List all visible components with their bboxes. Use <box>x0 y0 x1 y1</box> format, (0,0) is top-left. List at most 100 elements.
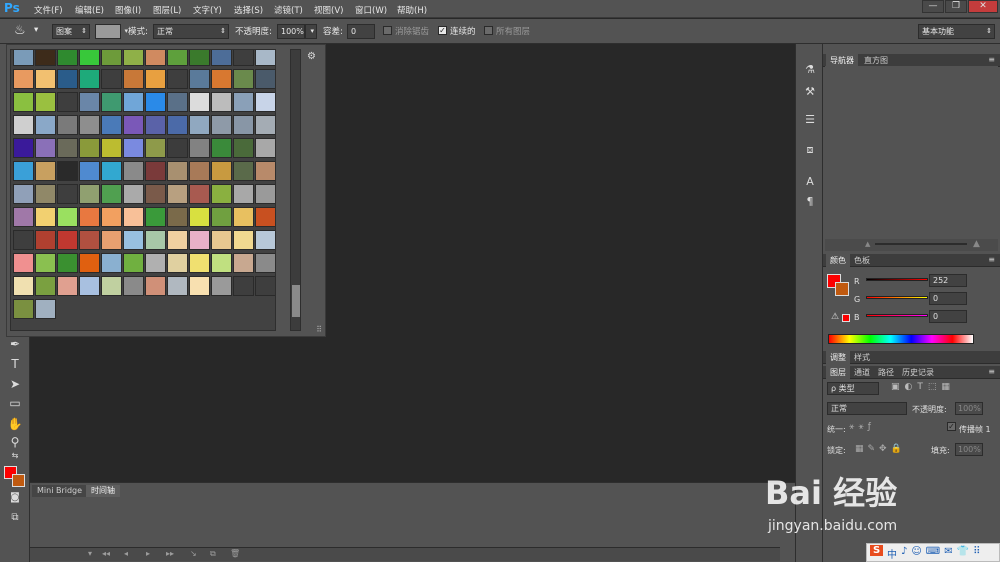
pattern-swatch[interactable] <box>101 161 122 181</box>
tween-icon[interactable]: ↘ <box>190 549 197 558</box>
pattern-swatch[interactable] <box>145 184 166 204</box>
pattern-swatch[interactable] <box>123 184 144 204</box>
pattern-swatch[interactable] <box>101 69 122 89</box>
r-input[interactable]: 252 <box>929 274 967 287</box>
pattern-swatch[interactable] <box>13 253 34 273</box>
pattern-swatch[interactable] <box>13 299 34 319</box>
pattern-swatch[interactable] <box>189 207 210 227</box>
pattern-swatch[interactable] <box>211 253 232 273</box>
pattern-swatch[interactable] <box>211 230 232 250</box>
pattern-swatch[interactable] <box>57 161 78 181</box>
resize-handle-icon[interactable]: ⠿ <box>316 325 322 334</box>
pattern-swatch[interactable] <box>255 253 275 273</box>
menu-help[interactable]: 帮助(H) <box>397 4 427 16</box>
gamut-color-swatch[interactable] <box>842 314 850 322</box>
pattern-swatch[interactable] <box>79 184 100 204</box>
pattern-swatch[interactable] <box>13 50 34 66</box>
pattern-swatch[interactable] <box>189 230 210 250</box>
color-spectrum-ramp[interactable] <box>828 334 974 344</box>
pattern-swatch[interactable] <box>233 138 254 158</box>
pattern-swatch[interactable] <box>189 50 210 66</box>
pattern-swatch[interactable] <box>255 230 275 250</box>
color-bg-swatch[interactable] <box>835 282 849 296</box>
pattern-swatch[interactable] <box>13 184 34 204</box>
fill-input[interactable]: 100% <box>955 443 983 456</box>
pattern-swatch[interactable] <box>255 138 275 158</box>
pattern-swatch[interactable] <box>79 50 100 66</box>
tab-swatches[interactable]: 色板 <box>850 254 874 267</box>
pattern-swatch[interactable] <box>145 115 166 135</box>
pattern-swatch[interactable] <box>211 161 232 181</box>
pattern-swatch[interactable] <box>145 50 166 66</box>
pattern-swatch[interactable] <box>13 92 34 112</box>
pattern-swatch[interactable] <box>101 230 122 250</box>
gear-icon[interactable]: ⚙ <box>307 51 316 62</box>
pattern-swatch[interactable] <box>79 138 100 158</box>
pattern-swatch[interactable] <box>79 92 100 112</box>
prev-frame-icon[interactable]: ◂ <box>124 549 128 558</box>
play-icon[interactable]: ▸ <box>146 549 150 558</box>
pattern-swatch[interactable] <box>13 161 34 181</box>
tool-preset-arrow-icon[interactable]: ▾ <box>34 25 38 35</box>
pattern-swatch[interactable] <box>123 69 144 89</box>
pattern-swatch[interactable] <box>167 69 188 89</box>
first-frame-icon[interactable]: ◂◂ <box>102 549 110 558</box>
pattern-swatch[interactable] <box>13 230 34 250</box>
pattern-swatch[interactable] <box>79 253 100 273</box>
pattern-picker-button[interactable]: ▾ <box>95 24 128 39</box>
pattern-swatch[interactable] <box>123 92 144 112</box>
g-input[interactable]: 0 <box>929 292 967 305</box>
pattern-swatch[interactable] <box>145 207 166 227</box>
pattern-swatch[interactable] <box>233 115 254 135</box>
tab-channels[interactable]: 通道 <box>850 366 874 379</box>
menu-select[interactable]: 选择(S) <box>234 4 263 16</box>
paragraph-icon[interactable]: ¶ <box>802 194 818 210</box>
pattern-swatch[interactable] <box>189 161 210 181</box>
pattern-swatch[interactable] <box>35 115 56 135</box>
pattern-swatch[interactable] <box>101 138 122 158</box>
r-slider[interactable] <box>866 278 928 281</box>
restore-button[interactable]: ❐ <box>945 0 967 13</box>
pattern-swatch[interactable] <box>57 138 78 158</box>
pattern-swatch[interactable] <box>123 50 144 66</box>
pattern-swatch[interactable] <box>35 69 56 89</box>
ime-language[interactable]: 中 <box>887 546 897 561</box>
pattern-swatch[interactable] <box>233 184 254 204</box>
pattern-swatch[interactable] <box>35 253 56 273</box>
pattern-swatch[interactable] <box>145 92 166 112</box>
paragraph-list-icon[interactable]: ☰ <box>802 112 818 128</box>
pattern-swatch[interactable] <box>211 69 232 89</box>
pattern-swatch[interactable] <box>79 115 100 135</box>
character-icon[interactable]: A <box>802 174 818 190</box>
pattern-swatch[interactable] <box>123 161 144 181</box>
tab-color[interactable]: 颜色 <box>826 254 850 267</box>
pattern-swatch[interactable] <box>13 207 34 227</box>
panel-menu-icon[interactable]: ≡ <box>988 367 995 376</box>
close-button[interactable]: ✕ <box>968 0 998 13</box>
pattern-swatch[interactable] <box>57 184 78 204</box>
pattern-swatch[interactable] <box>57 92 78 112</box>
pattern-swatch[interactable] <box>233 253 254 273</box>
menu-type[interactable]: 文字(Y) <box>193 4 222 16</box>
zoom-out-icon[interactable]: ▲ <box>865 240 870 248</box>
opacity-input[interactable]: 100% <box>277 24 305 39</box>
pattern-swatch[interactable] <box>211 115 232 135</box>
quick-mask-icon[interactable]: ◙ <box>6 490 24 506</box>
all-layers-checkbox[interactable] <box>484 26 493 35</box>
brush-presets-icon[interactable]: ⚗ <box>802 62 818 78</box>
pattern-swatch[interactable] <box>13 276 34 296</box>
pen-tool-icon[interactable]: ✒ <box>6 336 24 352</box>
pattern-swatch[interactable] <box>255 161 275 181</box>
pattern-swatch[interactable] <box>167 253 188 273</box>
unify-icons[interactable]: ⚹⚹ƒ <box>849 422 875 432</box>
pattern-swatch[interactable] <box>167 115 188 135</box>
next-frame-icon[interactable]: ▸▸ <box>166 549 174 558</box>
duplicate-frame-icon[interactable]: ⧉ <box>210 549 216 559</box>
pattern-swatch[interactable] <box>167 230 188 250</box>
hand-tool-icon[interactable]: ✋ <box>6 416 24 432</box>
pattern-swatch[interactable] <box>211 207 232 227</box>
pattern-swatch[interactable] <box>13 138 34 158</box>
blend-mode-select[interactable]: 正常 <box>827 402 907 415</box>
pattern-swatch[interactable] <box>145 276 166 296</box>
pattern-swatch[interactable] <box>101 207 122 227</box>
